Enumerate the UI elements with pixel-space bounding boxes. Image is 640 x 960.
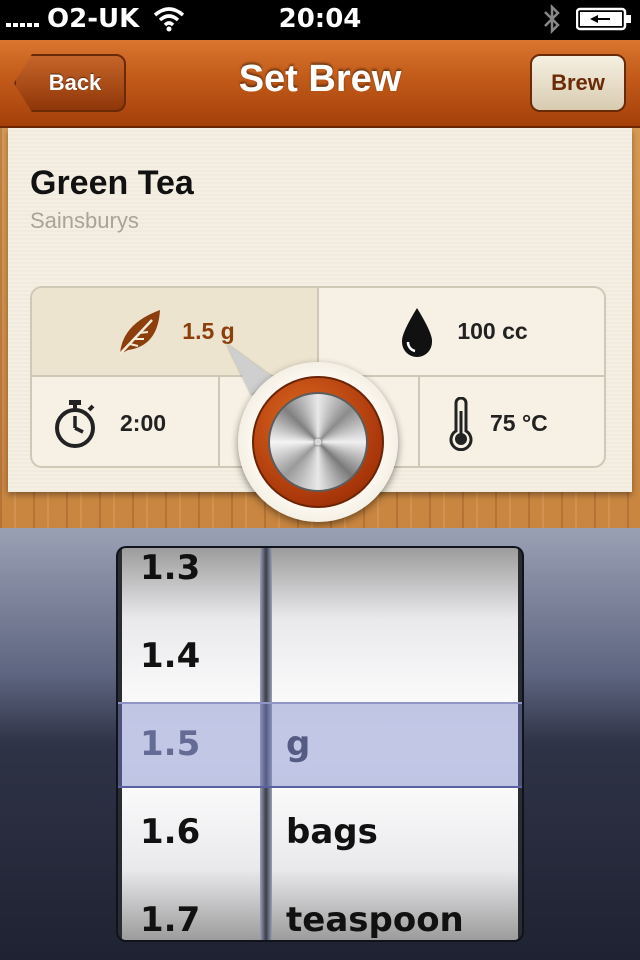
weight-setting[interactable]: 1.5 g: [32, 288, 319, 377]
bluetooth-icon: [544, 4, 560, 34]
tea-brand: Sainsburys: [30, 208, 139, 233]
water-drop-icon: [402, 307, 433, 357]
picker-number-row[interactable]: 1.6: [122, 788, 260, 876]
tea-name: Green Tea: [30, 164, 194, 202]
number-wheel[interactable]: 1.3 1.4 1.5 1.6 1.7: [122, 548, 260, 940]
value-picker: 1.3 1.4 1.5 1.6 1.7 g bags teaspoon: [118, 548, 522, 940]
picker-unit-row[interactable]: [272, 548, 518, 612]
picker-unit-row[interactable]: teaspoon: [272, 876, 518, 940]
picker-number-row[interactable]: 1.7: [122, 876, 260, 940]
picker-unit-row[interactable]: [272, 612, 518, 700]
picker-number-row[interactable]: 1.3: [122, 548, 260, 612]
picker-number-row-selected[interactable]: 1.5: [122, 700, 260, 788]
picker-unit-row-selected[interactable]: g: [272, 700, 518, 788]
stopwatch-icon: [55, 399, 95, 448]
unit-wheel[interactable]: g bags teaspoon: [272, 548, 518, 940]
picker-unit-row[interactable]: bags: [272, 788, 518, 876]
temperature-value: 75 °C: [490, 410, 548, 436]
brew-button[interactable]: Brew: [530, 54, 626, 112]
battery-icon: [576, 7, 631, 31]
time-value: 2:00: [120, 410, 167, 436]
leaf-icon: [119, 309, 161, 355]
picker-divider: [260, 548, 272, 940]
status-bar: O2-UK 20:04: [0, 0, 640, 40]
dial-wood-ring: [252, 376, 384, 508]
time-setting[interactable]: 2:00: [32, 377, 220, 466]
water-value: 100 cc: [457, 318, 528, 344]
water-setting[interactable]: 100 cc: [319, 288, 604, 377]
picker-number-row[interactable]: 1.4: [122, 612, 260, 700]
selection-dial[interactable]: [238, 362, 398, 522]
navigation-bar: Back Set Brew Brew: [0, 40, 640, 128]
temperature-setting[interactable]: 75 °C: [420, 377, 604, 466]
dial-metal-knob: [268, 392, 368, 492]
status-right: [542, 4, 632, 34]
thermometer-icon: [449, 396, 473, 451]
